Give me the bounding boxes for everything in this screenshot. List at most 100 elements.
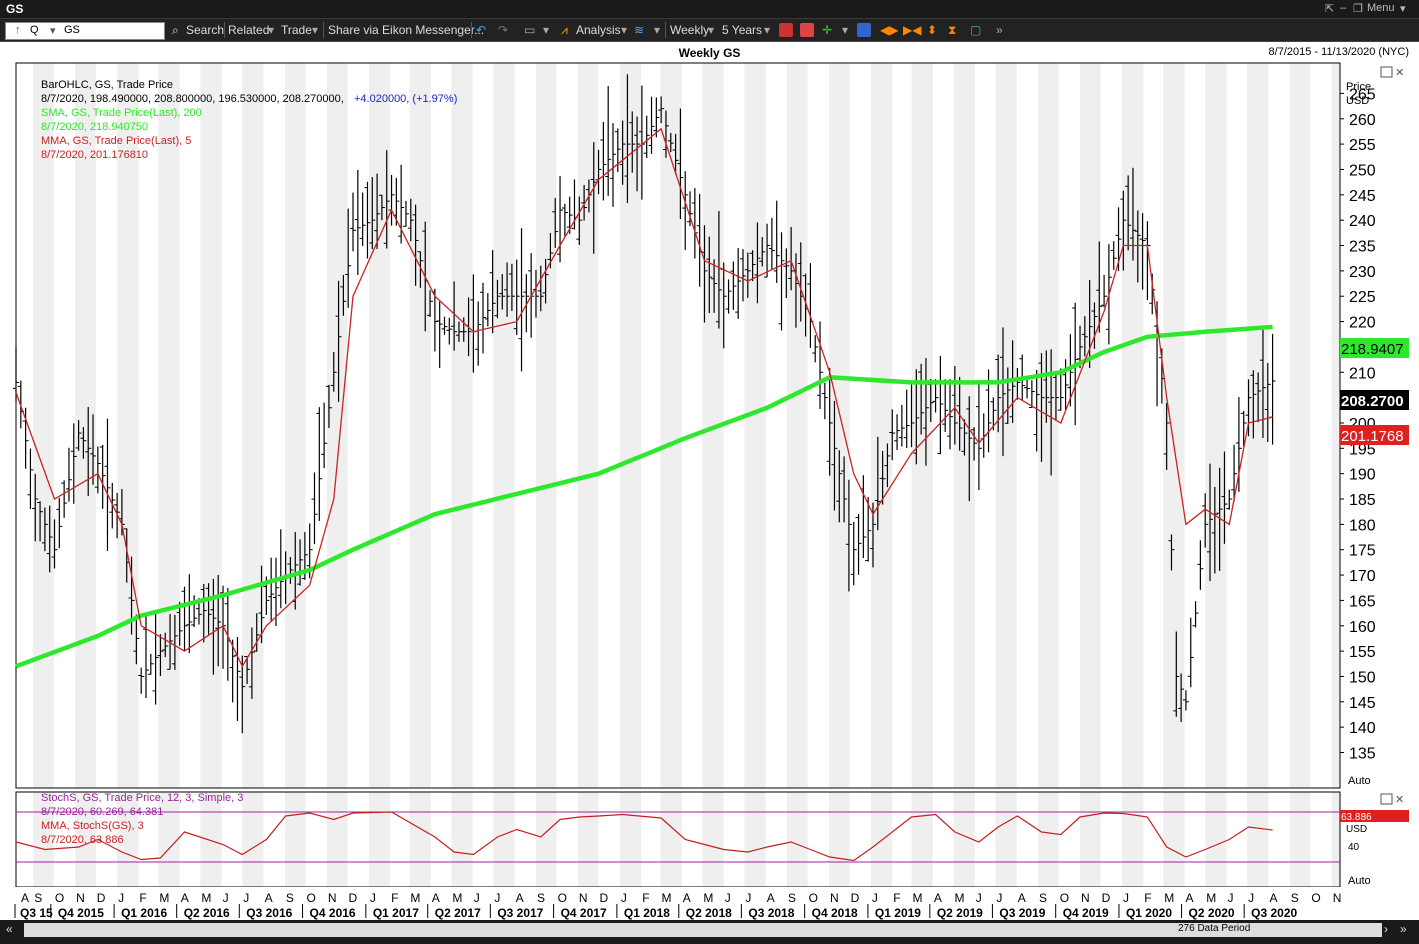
crosshair-icon[interactable]: ✛ — [822, 23, 832, 37]
x-month-label: M — [201, 891, 211, 905]
related-dropdown-icon[interactable]: ▾ — [268, 23, 274, 37]
scroll-last-icon[interactable]: » — [1400, 922, 1407, 936]
stoch-month-band — [535, 792, 557, 887]
month-band — [284, 63, 306, 788]
stoch-month-band — [702, 792, 724, 887]
x-quarter-label: Q1 2017 — [373, 906, 419, 920]
scroll-first-icon[interactable]: « — [6, 922, 13, 936]
hourglass-icon[interactable]: ⧗ — [948, 23, 956, 38]
zoom-fit-icon[interactable]: ▶◀ — [903, 23, 921, 37]
dropdown-icon[interactable]: ▾ — [50, 24, 56, 37]
overlay-icon[interactable]: ≋ — [634, 23, 644, 37]
x-month-label: D — [349, 891, 358, 905]
x-month-label: F — [642, 891, 649, 905]
x-quarter-label: Q3 15 — [20, 906, 53, 920]
y-tick-label: 145 — [1349, 695, 1376, 712]
x-month-label: J — [370, 891, 376, 905]
folder-dropdown-icon[interactable]: ▾ — [543, 23, 549, 37]
x-month-label: O — [307, 891, 316, 905]
zoom-vertical-icon[interactable]: ⬍ — [927, 23, 937, 37]
x-month-label: J — [745, 891, 751, 905]
share-button[interactable]: Share via Eikon Messenger... — [328, 23, 484, 37]
y-tick-label: 170 — [1349, 568, 1376, 585]
x-month-label: F — [139, 891, 146, 905]
compare-icon[interactable] — [800, 23, 814, 37]
scroll-next-icon[interactable]: › — [1384, 922, 1388, 936]
analysis-dropdown-icon[interactable]: ▾ — [621, 23, 627, 37]
x-quarter-label: Q3 2020 — [1251, 906, 1297, 920]
symbol-input[interactable]: ↑ Q ▾ GS — [5, 22, 165, 40]
overlay-dropdown-icon[interactable]: ▾ — [654, 23, 660, 37]
chart-type-icon[interactable] — [779, 23, 793, 37]
stoch-badge: 63.886 — [1341, 812, 1372, 823]
x-month-label: S — [286, 891, 294, 905]
y-tick-label: 230 — [1349, 264, 1376, 281]
analysis-icon[interactable]: ⩘ — [561, 23, 568, 38]
x-month-label: N — [1333, 891, 1342, 905]
data-period-label: 276 Data Period — [1178, 923, 1251, 934]
stoch-month-band — [1121, 792, 1144, 887]
month-band — [493, 63, 515, 788]
month-band — [787, 63, 808, 788]
trade-dropdown-icon[interactable]: ▾ — [312, 23, 318, 37]
panel-close-icon[interactable]: ✕ — [1395, 67, 1404, 79]
pin-icon[interactable]: ⇱ — [1325, 2, 1334, 15]
restore-icon[interactable]: ❐ — [1353, 2, 1363, 15]
month-band — [744, 63, 766, 788]
x-month-label: M — [913, 891, 923, 905]
month-band — [326, 63, 348, 788]
month-band — [828, 63, 850, 788]
range-dropdown-icon[interactable]: ▾ — [764, 23, 770, 37]
interval-dropdown-icon[interactable]: ▾ — [708, 23, 714, 37]
legend-sma: SMA, GS, Trade Price(Last), 200 — [41, 107, 202, 119]
x-month-label: N — [830, 891, 839, 905]
x-month-label: A — [265, 891, 273, 905]
panel-restore-icon[interactable] — [1380, 66, 1393, 78]
stoch-panel-restore-icon[interactable] — [1380, 793, 1393, 805]
x-month-label: J — [621, 891, 627, 905]
x-quarter-label: Q3 2019 — [999, 906, 1045, 920]
scroll-left-icon[interactable]: ◀▶ — [880, 23, 898, 37]
undo-icon[interactable]: ↶ — [476, 23, 486, 37]
stoch-month-band — [200, 792, 222, 887]
x-month-label: N — [76, 891, 85, 905]
x-month-label: D — [1102, 891, 1111, 905]
redo-icon[interactable]: ↷ — [498, 23, 508, 37]
trade-menu[interactable]: Trade — [281, 23, 312, 37]
legend-ohlc: BarOHLC, GS, Trade Price — [41, 79, 173, 91]
analysis-menu[interactable]: Analysis — [576, 23, 621, 37]
y-tick-label: 240 — [1349, 213, 1376, 230]
crosshair-dropdown-icon[interactable]: ▾ — [842, 23, 848, 37]
folder-icon[interactable]: ▭ — [524, 23, 535, 37]
search-button[interactable]: Search — [186, 23, 224, 37]
x-month-label: A — [21, 891, 29, 905]
x-month-label: M — [1206, 891, 1216, 905]
minimize-icon[interactable]: – — [1340, 2, 1346, 14]
more-icon[interactable]: » — [996, 23, 1003, 37]
stoch-panel-close-icon[interactable]: ✕ — [1395, 794, 1404, 806]
legend-mma-value: 8/7/2020, 201.176810 — [41, 149, 148, 161]
menu-button[interactable]: Menu — [1367, 2, 1395, 14]
x-quarter-label: Q3 2018 — [748, 906, 794, 920]
stoch-month-band — [619, 792, 642, 887]
x-month-label: S — [1039, 891, 1047, 905]
x-month-label: S — [1291, 891, 1299, 905]
search-icon[interactable]: ⌕ — [172, 23, 179, 38]
x-month-label: F — [1144, 891, 1151, 905]
interval-select[interactable]: Weekly — [670, 23, 709, 37]
layout-icon[interactable] — [857, 23, 871, 37]
stoch-month-band — [660, 792, 682, 887]
y-tick-label: 175 — [1349, 543, 1376, 560]
x-quarter-label: Q2 2016 — [184, 906, 230, 920]
y-tick-label: 140 — [1349, 720, 1376, 737]
x-quarter-label: Q4 2016 — [310, 906, 356, 920]
price-chart: 1351401451501551601651701751801851901952… — [0, 62, 1419, 920]
auto-scale-label[interactable]: Auto — [1348, 775, 1371, 787]
stoch-month-band — [995, 792, 1017, 887]
chevron-down-icon[interactable]: ▾ — [1400, 2, 1406, 15]
x-quarter-label: Q3 2017 — [497, 906, 543, 920]
range-select[interactable]: 5 Years — [722, 23, 762, 37]
select-icon[interactable]: ▢ — [970, 23, 981, 37]
related-menu[interactable]: Related — [228, 23, 269, 37]
stoch-auto-label[interactable]: Auto — [1348, 875, 1371, 887]
